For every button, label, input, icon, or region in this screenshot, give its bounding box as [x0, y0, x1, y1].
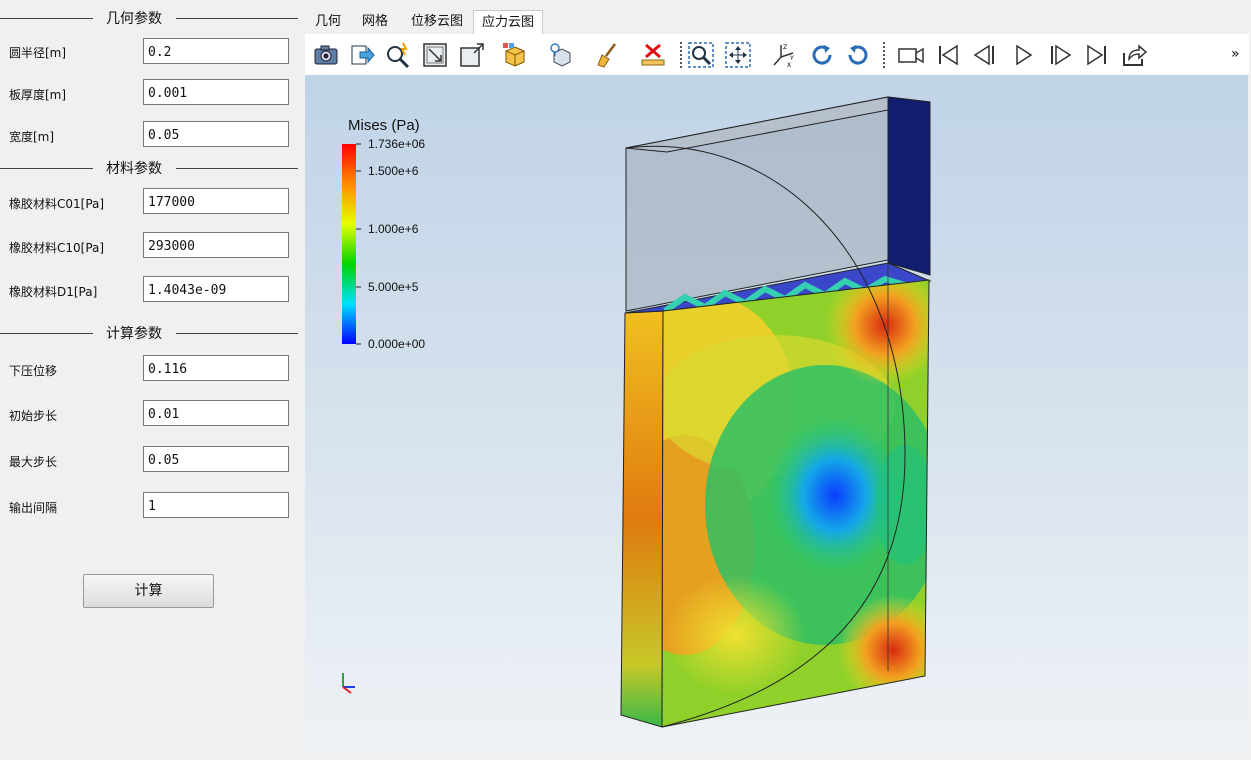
- export-icon[interactable]: [347, 40, 377, 70]
- play-icon[interactable]: [1008, 40, 1038, 70]
- rotate-ccw-icon[interactable]: [843, 40, 873, 70]
- colorbar-tick-500k: 5.000e+5: [368, 280, 419, 294]
- material-group-header: 材料参数: [0, 158, 300, 178]
- colorbar-tick-1000k: 1.000e+6: [368, 222, 419, 236]
- axes-triad-icon: [342, 673, 355, 694]
- compute-group-header: 计算参数: [0, 323, 300, 343]
- material-group-title: 材料参数: [106, 161, 162, 177]
- block-side-face: [620, 310, 664, 728]
- press-displacement-input[interactable]: 0.116: [143, 355, 289, 381]
- first-frame-icon[interactable]: [933, 40, 963, 70]
- rubber-c01-input[interactable]: 177000: [143, 188, 289, 214]
- colorbar-tick-zero: 0.000e+00: [368, 337, 425, 351]
- rubber-d1-label: 橡胶材料D1[Pa]: [9, 285, 98, 299]
- rubber-d1-input[interactable]: 1.4043e-09: [143, 276, 289, 302]
- view-cube-icon[interactable]: [500, 40, 530, 70]
- tab-mesh[interactable]: 网格: [358, 10, 392, 33]
- rubber-c10-label: 橡胶材料C10[Pa]: [9, 241, 105, 255]
- width-label: 宽度[m]: [9, 130, 55, 144]
- geometry-group-header: 几何参数: [0, 8, 300, 28]
- plate-thickness-input[interactable]: 0.001: [143, 79, 289, 105]
- axes-icon[interactable]: ZYX: [768, 40, 798, 70]
- press-displacement-label: 下压位移: [9, 364, 58, 378]
- fit-view-icon[interactable]: [457, 40, 487, 70]
- tab-geometry[interactable]: 几何: [311, 10, 345, 33]
- plate-thickness-label: 板厚度[m]: [9, 88, 67, 102]
- stress-plot: Mises (Pa) 1.736e+06 1.500e+6 1.000e+6 5…: [342, 96, 932, 728]
- output-interval-label: 输出间隔: [9, 501, 58, 515]
- viewer-toolbar: ZYX »: [305, 34, 1249, 76]
- compute-group-title: 计算参数: [106, 326, 162, 342]
- initial-step-input[interactable]: 0.01: [143, 400, 289, 426]
- radius-label: 圆半径[m]: [9, 46, 67, 60]
- zoom-region-icon[interactable]: [686, 40, 716, 70]
- 3d-viewport[interactable]: Mises (Pa) 1.736e+06 1.500e+6 1.000e+6 5…: [305, 75, 1248, 752]
- measure-icon[interactable]: [638, 40, 668, 70]
- pan-icon[interactable]: [723, 40, 753, 70]
- zoom-box-icon[interactable]: [420, 40, 450, 70]
- parameter-panel: 几何参数 圆半径[m] 0.2 板厚度[m] 0.001 宽度[m] 0.05 …: [0, 0, 303, 760]
- next-frame-icon[interactable]: [1045, 40, 1075, 70]
- max-step-label: 最大步长: [9, 455, 58, 469]
- tab-displacement[interactable]: 位移云图: [405, 10, 469, 33]
- clean-icon[interactable]: [592, 40, 622, 70]
- prev-frame-icon[interactable]: [970, 40, 1000, 70]
- last-frame-icon[interactable]: [1082, 40, 1112, 70]
- calculate-button[interactable]: 计算: [83, 574, 214, 608]
- toolbar-overflow-icon[interactable]: »: [1231, 46, 1240, 62]
- toolbar-separator: [883, 42, 885, 68]
- geometry-group-title: 几何参数: [106, 11, 162, 27]
- output-interval-input[interactable]: 1: [143, 492, 289, 518]
- svg-text:Z: Z: [783, 44, 787, 51]
- initial-step-label: 初始步长: [9, 409, 58, 423]
- svg-text:Y: Y: [789, 55, 794, 62]
- width-input[interactable]: 0.05: [143, 121, 289, 147]
- camera-icon[interactable]: [311, 40, 341, 70]
- rubber-c01-label: 橡胶材料C01[Pa]: [9, 197, 105, 211]
- rubber-c10-input[interactable]: 293000: [143, 232, 289, 258]
- video-icon[interactable]: [896, 40, 926, 70]
- colorbar-tick-1500k: 1.500e+6: [368, 164, 419, 178]
- toolbar-separator: [680, 42, 682, 68]
- share-icon[interactable]: [1119, 40, 1149, 70]
- colorbar-title: Mises (Pa): [348, 117, 420, 134]
- tab-stress[interactable]: 应力云图: [473, 10, 543, 34]
- display-mode-icon[interactable]: [546, 40, 576, 70]
- plate-side-face: [887, 96, 931, 276]
- pick-icon[interactable]: [383, 40, 413, 70]
- svg-text:X: X: [787, 62, 791, 69]
- colorbar-gradient: [342, 144, 356, 344]
- radius-input[interactable]: 0.2: [143, 38, 289, 64]
- max-step-input[interactable]: 0.05: [143, 446, 289, 472]
- colorbar-tick-max: 1.736e+06: [368, 137, 425, 151]
- rotate-cw-icon[interactable]: [807, 40, 837, 70]
